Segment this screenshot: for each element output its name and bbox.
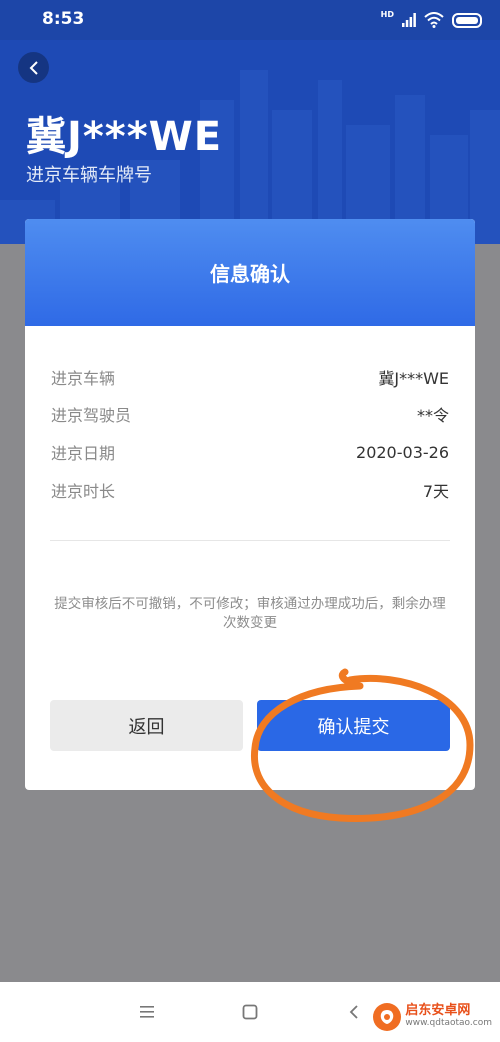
plate-number: 冀J***WE [26, 114, 223, 160]
chevron-left-icon [29, 60, 38, 75]
menu-icon [140, 1006, 154, 1018]
back-button[interactable]: 返回 [50, 700, 243, 751]
back-triangle-icon [349, 1005, 358, 1019]
confirm-submit-button[interactable]: 确认提交 [257, 700, 450, 751]
watermark-logo-icon [373, 1003, 402, 1031]
row-value: 冀J***WE [378, 369, 449, 388]
row-label: 进京时长 [51, 482, 116, 501]
row-value: 2020-03-26 [356, 442, 449, 462]
battery-icon [452, 12, 482, 28]
divider [50, 540, 450, 541]
menu-key[interactable] [135, 1000, 159, 1024]
dialog-title: 信息确认 [210, 262, 290, 286]
back-key[interactable] [342, 1000, 366, 1024]
row-label: 进京日期 [51, 444, 116, 463]
status-time: 8:53 [42, 9, 85, 29]
header: 冀J***WE 进京车辆车牌号 [0, 40, 500, 244]
info-row-driver: 进京驾驶员 **令 [51, 399, 449, 429]
watermark: 启东安卓网 www.qdtaotao.com [373, 1000, 492, 1034]
status-bar: 8:53 HD [0, 0, 500, 40]
back-icon-button[interactable] [18, 52, 49, 83]
watermark-url: www.qdtaotao.com [405, 1018, 492, 1028]
hd-badge: HD [380, 10, 394, 19]
watermark-text: 启东安卓网 www.qdtaotao.com [405, 1004, 492, 1030]
row-value: **令 [416, 406, 449, 425]
home-key[interactable] [238, 1000, 262, 1024]
notice-text: 提交审核后不可撤销，不可修改；审核通过办理成功后，剩余办理次数变更 [54, 596, 446, 631]
plate-subtitle: 进京车辆车牌号 [26, 165, 152, 186]
info-row-duration: 进京时长 7天 [51, 475, 449, 505]
cellular-signal-icon [402, 13, 416, 27]
row-label: 进京驾驶员 [51, 406, 132, 425]
watermark-name: 启东安卓网 [405, 1003, 471, 1018]
row-label: 进京车辆 [51, 369, 116, 388]
confirm-dialog: 信息确认 进京车辆 冀J***WE 进京驾驶员 **令 进京日期 2020-03… [25, 219, 475, 790]
home-square-icon [242, 1004, 258, 1020]
wifi-icon [424, 12, 444, 28]
row-value: 7天 [422, 482, 449, 501]
info-row-vehicle: 进京车辆 冀J***WE [51, 362, 449, 392]
dialog-header: 信息确认 [25, 219, 475, 326]
status-icons: HD [381, 10, 482, 30]
info-row-date: 进京日期 2020-03-26 [51, 437, 449, 467]
